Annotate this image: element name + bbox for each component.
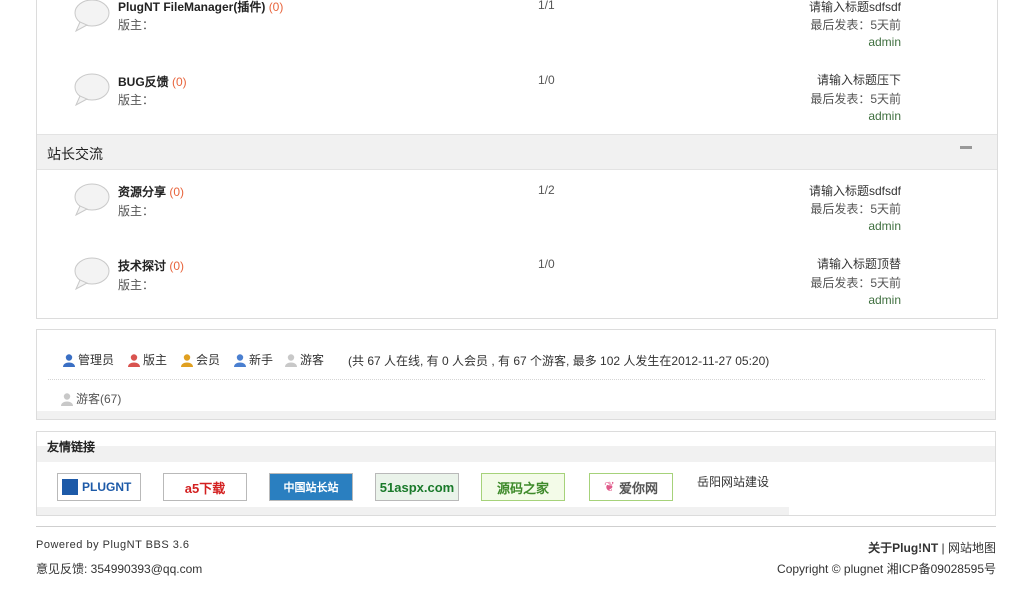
logo-text: 源码之家	[496, 480, 549, 496]
forum-stats: 1/0	[538, 73, 555, 87]
forum-moderator-label: 版主：	[118, 18, 155, 32]
footer-nav: 关于Plug!NT | 网站地图	[868, 539, 996, 556]
legend-newbie: 新手	[233, 351, 273, 368]
online-users-panel	[36, 329, 996, 420]
footer-feedback: 意见反馈: 354990393@qq.com	[36, 562, 203, 576]
forum-bubble-icon	[74, 183, 110, 216]
last-post-title-link[interactable]: 请输入标题sdfsdf	[809, 182, 901, 199]
legend-label: 会员	[196, 353, 221, 367]
forum-moderator-label: 版主：	[118, 93, 155, 107]
last-post-title-link[interactable]: 请输入标题sdfsdf	[809, 0, 901, 15]
footer-powered: Powered by PlugNT BBS 3.6	[36, 539, 190, 551]
last-post-user-link[interactable]: admin	[868, 109, 901, 123]
last-post-user-link[interactable]: admin	[868, 35, 901, 49]
last-post-title-link[interactable]: 请输入标题压下	[817, 71, 901, 88]
footer-copyright: Copyright © plugnet 湘ICP备09028595号	[777, 562, 996, 576]
forum-link[interactable]: BUG反馈	[118, 75, 169, 89]
legend-moderator: 版主	[127, 351, 167, 368]
online-guest-entry[interactable]: 游客(67)	[60, 390, 121, 407]
online-summary: (共 67 人在线, 有 0 人会员 , 有 67 个游客, 最多 102 人发…	[348, 354, 770, 368]
text-friend-link[interactable]: 岳阳网站建设	[697, 473, 769, 490]
logo-text: a5下载	[184, 480, 226, 496]
20wang-logo[interactable]: ❦ 爱你网	[589, 473, 673, 501]
online-panel-bottom-bar	[37, 411, 995, 419]
guest-user-icon	[285, 353, 297, 367]
plugnt-logo[interactable]: PLUGNT	[57, 473, 141, 501]
mycodes-logo[interactable]: 源码之家	[481, 473, 565, 501]
legend-label: 版主	[143, 353, 168, 367]
section-header	[37, 134, 997, 170]
chinaz-logo[interactable]: 中国站长站	[269, 473, 353, 501]
section-title: 站长交流	[47, 146, 103, 162]
51aspx-logo[interactable]: 51aspx.com	[375, 473, 459, 501]
about-link[interactable]: 关于Plug!NT	[868, 541, 938, 555]
forum-stats: 1/0	[538, 257, 555, 271]
member-user-icon	[181, 353, 193, 367]
newbie-user-icon	[234, 353, 246, 367]
moderator-user-icon	[128, 353, 140, 367]
legend-member: 会员	[180, 351, 220, 368]
logo-text: PLUGNT	[82, 480, 132, 494]
forum-title-line: 技术探讨 (0)	[118, 257, 184, 274]
guest-count-label: 游客(67)	[76, 392, 122, 406]
last-post-time: 最后发表：5天前	[810, 92, 901, 106]
logo-text: 51aspx.com	[379, 479, 455, 495]
forum-stats: 1/1	[538, 0, 555, 12]
last-post-user-link[interactable]: admin	[868, 293, 901, 307]
a5-logo[interactable]: a5下载	[163, 473, 247, 501]
forum-bubble-icon	[74, 73, 110, 106]
footer-divider	[36, 526, 996, 527]
forum-stats: 1/2	[538, 183, 555, 197]
friend-links-title: 友情链接	[47, 440, 96, 454]
plugnt-logo-mark	[62, 479, 78, 495]
footer-separator: |	[941, 541, 945, 555]
legend-label: 游客	[300, 353, 325, 367]
forum-link[interactable]: PlugNT FileManager(插件)	[118, 0, 265, 14]
last-post-user-link[interactable]: admin	[868, 219, 901, 233]
forum-title-line: PlugNT FileManager(插件) (0)	[118, 0, 283, 15]
forum-post-count: (0)	[169, 259, 185, 273]
last-post-title-link[interactable]: 请输入标题顶替	[817, 255, 901, 272]
friend-links-bottom-bar	[37, 507, 789, 515]
forum-moderator-label: 版主：	[118, 278, 155, 292]
admin-user-icon	[63, 353, 75, 367]
forum-bubble-icon	[74, 257, 110, 290]
guest-user-icon	[61, 392, 73, 406]
forum-post-count: (0)	[268, 0, 284, 14]
sitemap-link[interactable]: 网站地图	[948, 541, 996, 555]
butterfly-icon: ❦	[604, 479, 615, 494]
last-post-time: 最后发表：5天前	[810, 202, 901, 216]
legend-admin: 管理员	[62, 351, 114, 368]
forum-link[interactable]: 资源分享	[118, 185, 166, 199]
legend-guest: 游客	[284, 351, 324, 368]
forum-title-line: BUG反馈 (0)	[118, 73, 187, 90]
forum-link[interactable]: 技术探讨	[118, 259, 166, 273]
last-post-time: 最后发表：5天前	[810, 18, 901, 32]
last-post-time: 最后发表：5天前	[810, 276, 901, 290]
logo-text: 爱你网	[618, 480, 658, 496]
logo-text: 中国站长站	[283, 482, 339, 494]
forum-bubble-icon	[74, 0, 110, 32]
forum-title-line: 资源分享 (0)	[118, 183, 184, 200]
friend-links-header-bar	[37, 446, 995, 462]
forum-post-count: (0)	[169, 185, 185, 199]
online-divider	[48, 379, 985, 380]
legend-label: 管理员	[78, 353, 115, 367]
forum-post-count: (0)	[172, 75, 187, 89]
legend-label: 新手	[249, 353, 274, 367]
forum-moderator-label: 版主：	[118, 204, 155, 218]
collapse-icon[interactable]	[960, 146, 972, 149]
